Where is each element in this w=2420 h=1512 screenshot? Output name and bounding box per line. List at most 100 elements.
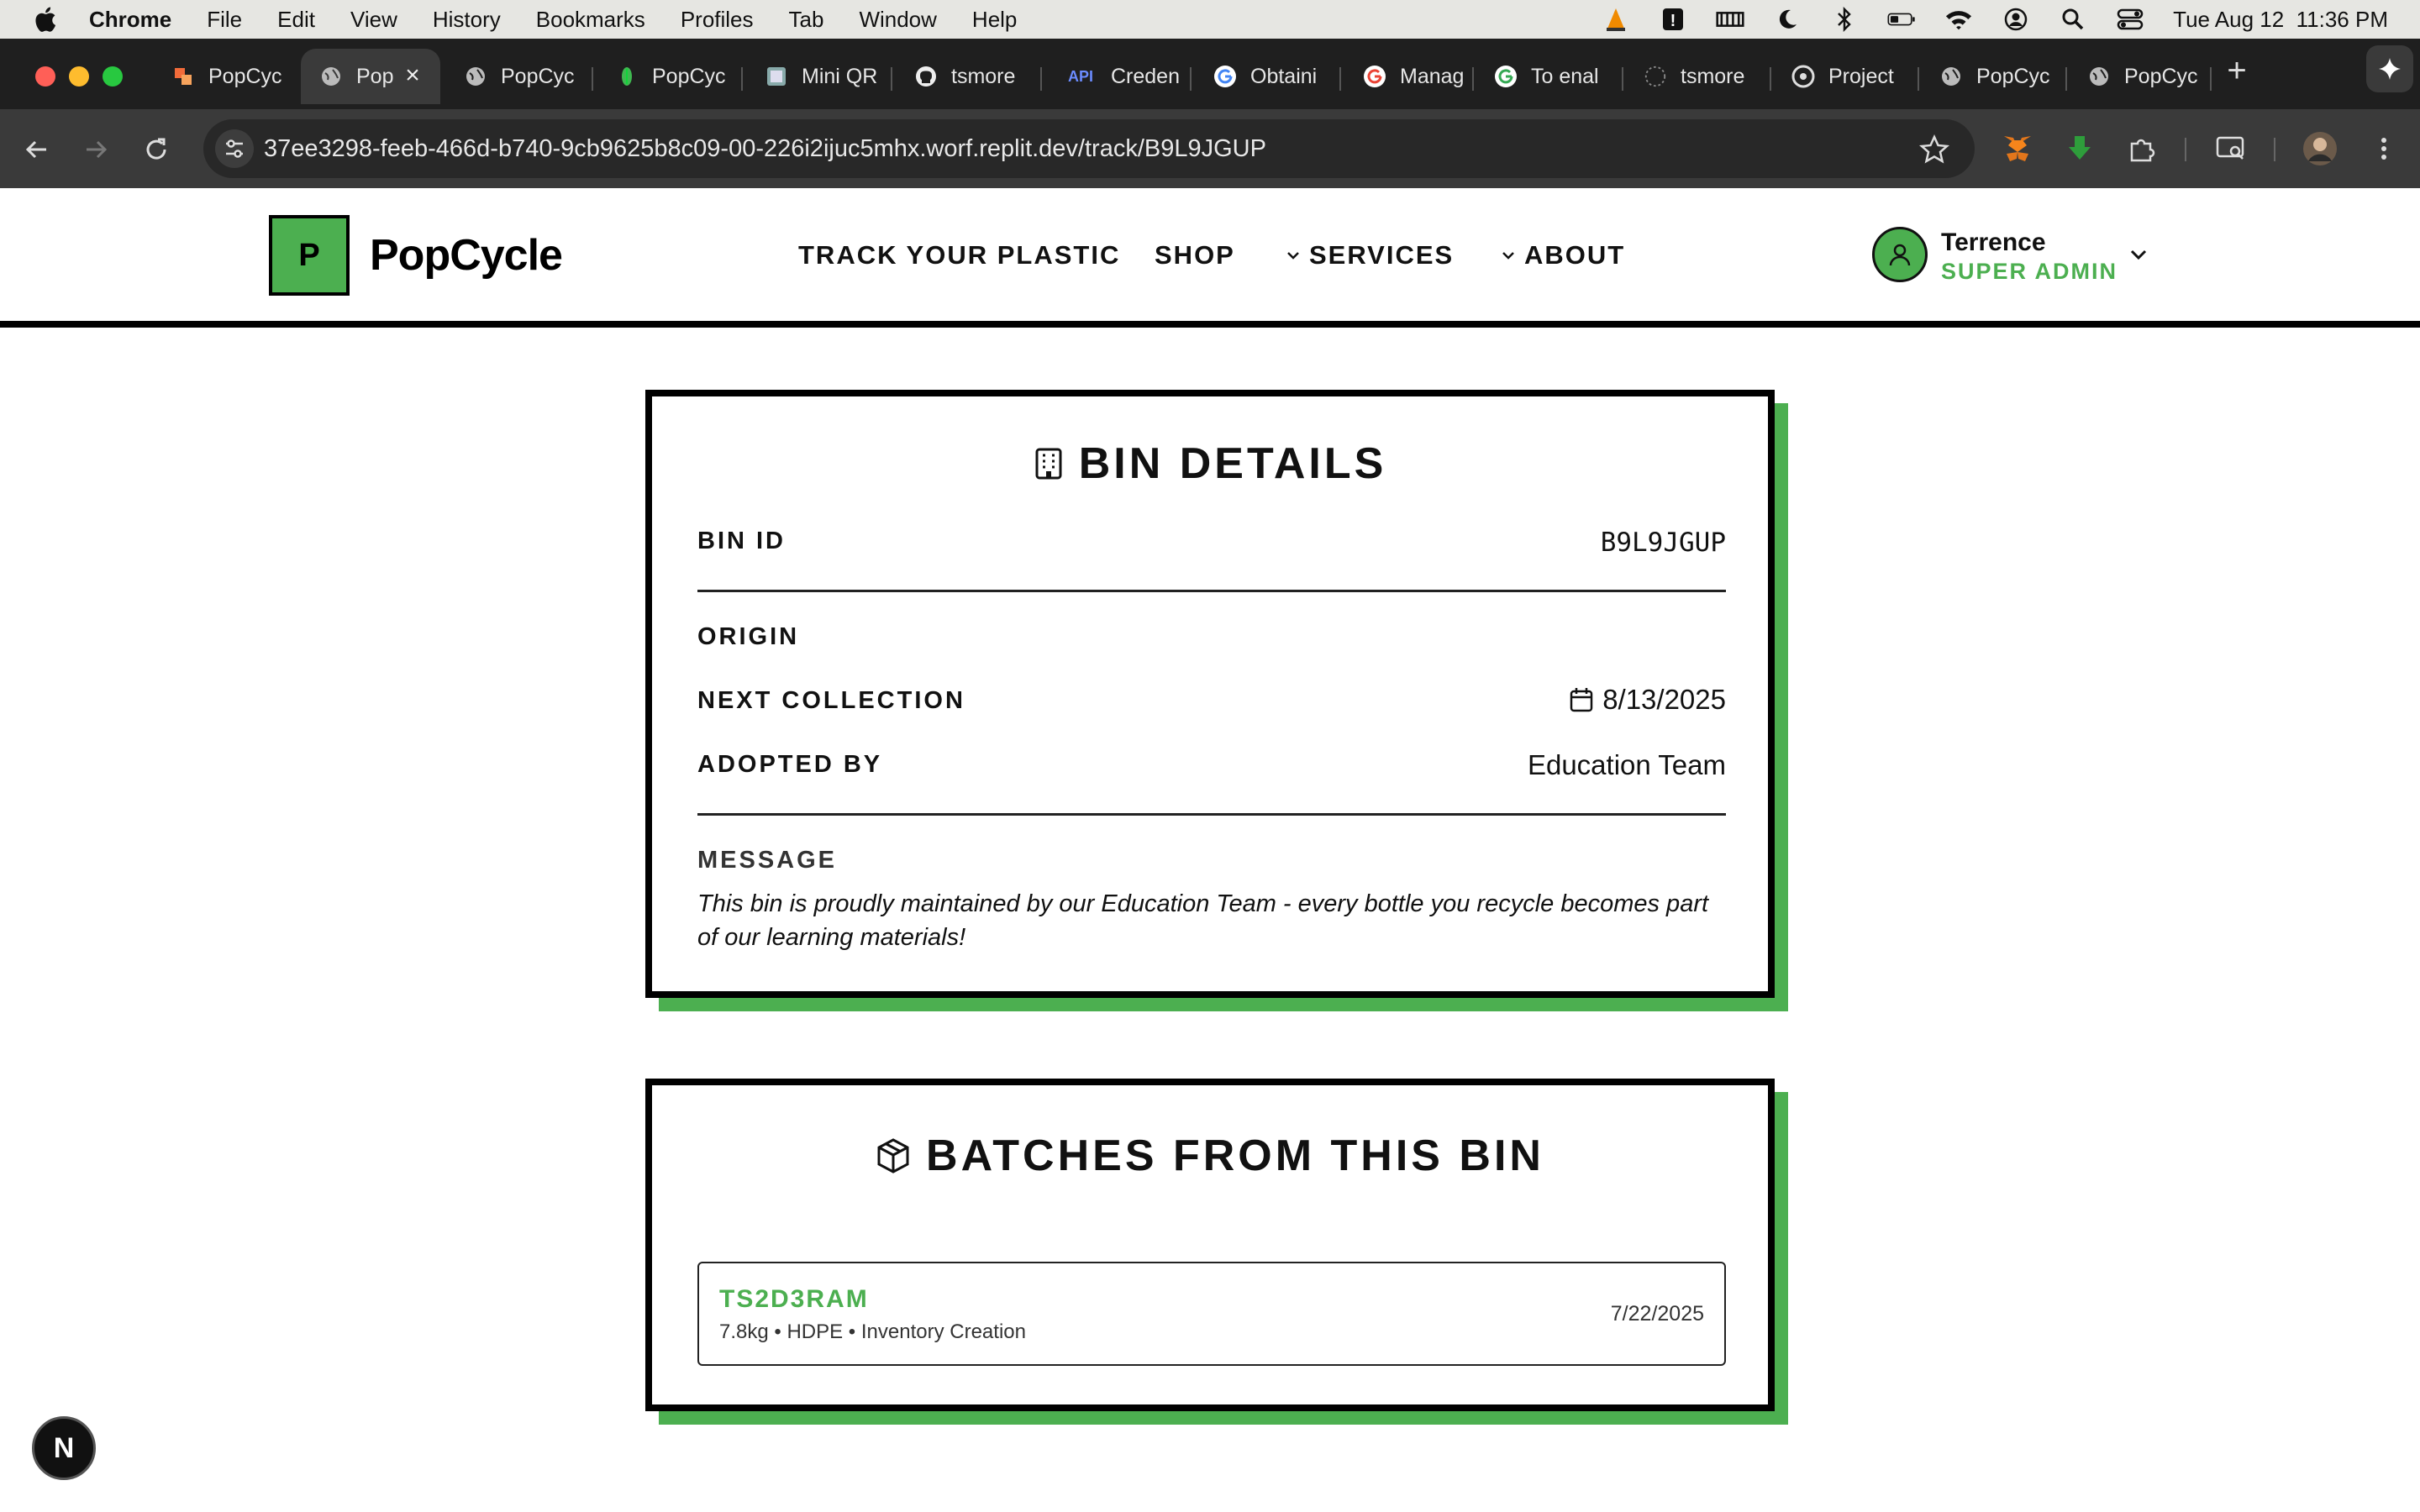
url-text[interactable]: 37ee3298-feeb-466d-b740-9cb9625b8c09-00-… (264, 119, 1266, 178)
globe-icon (2087, 65, 2111, 88)
download-extension-icon[interactable] (2060, 129, 2099, 168)
building-icon (1035, 448, 1062, 480)
browser-tab[interactable]: Obtaini (1195, 49, 1334, 104)
browser-tab[interactable]: PopCyc (153, 49, 294, 104)
menu-view[interactable]: View (350, 7, 397, 33)
menu-tab[interactable]: Tab (789, 7, 824, 33)
user-menu-chevron-icon[interactable] (2126, 242, 2151, 267)
bin-id-label: BIN ID (697, 528, 786, 554)
menu-bookmarks[interactable]: Bookmarks (536, 7, 645, 33)
browser-tab[interactable]: Project (1773, 49, 1912, 104)
nav-shop[interactable]: SHOP (1155, 240, 1235, 270)
user-avatar[interactable] (1872, 227, 1928, 282)
google-icon (1363, 65, 1386, 88)
chrome-menu-icon[interactable] (2365, 129, 2403, 168)
user-icon (1889, 244, 1911, 266)
chevron-down-icon (1502, 252, 1514, 260)
menu-file[interactable]: File (207, 7, 242, 33)
tab-separator (1040, 67, 1042, 91)
globe-icon (464, 65, 487, 88)
back-button[interactable] (18, 131, 55, 168)
metamask-extension-icon[interactable] (1998, 129, 2037, 168)
tab-search-icon[interactable] (2212, 129, 2250, 168)
menu-profiles[interactable]: Profiles (681, 7, 754, 33)
menu-edit[interactable]: Edit (277, 7, 315, 33)
google-icon (1494, 65, 1518, 88)
adopted-by-label: ADOPTED BY (697, 751, 883, 778)
toolbar-separator (2274, 138, 2275, 161)
new-tab-button[interactable]: + (2222, 54, 2252, 87)
menu-help[interactable]: Help (972, 7, 1017, 33)
site-header: P PopCycle TRACK YOUR PLASTIC SHOP SERVI… (0, 188, 2420, 328)
nav-track-your-plastic[interactable]: TRACK YOUR PLASTIC (798, 240, 1120, 270)
user-role: SUPER ADMIN (1941, 259, 2118, 284)
browser-tab[interactable]: Mini QR (746, 49, 886, 104)
batch-id[interactable]: TS2D3RAM (719, 1285, 869, 1314)
browser-tab[interactable]: PopCyc (2069, 49, 2208, 104)
menu-history[interactable]: History (433, 7, 501, 33)
site-settings-icon[interactable] (215, 129, 254, 168)
batches-card: BATCHES FROM THIS BIN TS2D3RAM 7.8kg • H… (645, 1079, 1775, 1411)
vlc-icon[interactable] (1602, 7, 1630, 32)
password-manager-icon[interactable]: ! (1659, 7, 1687, 32)
popcycle-favicon (171, 65, 195, 88)
extensions-puzzle-icon[interactable] (2123, 129, 2161, 168)
window-close-button[interactable] (35, 66, 55, 87)
browser-tab[interactable]: PopCyc (445, 49, 585, 104)
tab-separator (1770, 67, 1771, 91)
batches-title: BATCHES FROM THIS BIN (652, 1131, 1768, 1181)
api-icon: API (1067, 67, 1093, 85)
user-account-icon[interactable] (2002, 7, 2030, 32)
calendar-icon (1570, 688, 1593, 712)
bookmark-star-icon[interactable] (1919, 134, 1949, 165)
gemini-sparkle-icon[interactable] (2366, 45, 2413, 92)
moon-icon[interactable] (1773, 7, 1802, 32)
nav-about[interactable]: ABOUT (1501, 240, 1625, 270)
replit-icon (1791, 65, 1815, 88)
batch-item[interactable]: TS2D3RAM 7.8kg • HDPE • Inventory Creati… (697, 1262, 1726, 1366)
reload-button[interactable] (138, 131, 175, 168)
barrier-icon[interactable] (1716, 7, 1744, 32)
profile-avatar[interactable] (2301, 129, 2339, 168)
address-bar[interactable]: 37ee3298-feeb-466d-b740-9cb9625b8c09-00-… (203, 119, 1975, 178)
forward-button[interactable] (77, 131, 114, 168)
image-icon (765, 65, 788, 88)
browser-tab[interactable]: PopCyc (597, 49, 736, 104)
browser-tab[interactable]: Manag (1344, 49, 1484, 104)
tab-separator (1918, 67, 1919, 91)
spotlight-search-icon[interactable] (2059, 7, 2087, 32)
battery-icon[interactable] (1887, 7, 1916, 32)
menu-app-name[interactable]: Chrome (89, 7, 171, 33)
browser-tab-active[interactable]: Pop × (301, 49, 440, 104)
google-icon (1213, 65, 1237, 88)
globe-icon (1939, 65, 1963, 88)
browser-tab-strip: PopCyc Pop × PopCyc PopCyc Mini QR tsmor… (0, 39, 2420, 109)
next-collection-value: 8/13/2025 (1569, 684, 1726, 716)
tab-separator (1190, 67, 1192, 91)
brand-name[interactable]: PopCycle (370, 230, 563, 281)
window-zoom-button[interactable] (103, 66, 123, 87)
apple-icon[interactable] (32, 5, 57, 34)
divider (697, 813, 1726, 816)
toolbar-separator (2185, 138, 2186, 161)
site-logo[interactable]: P (269, 215, 350, 296)
wifi-icon[interactable] (1944, 7, 1973, 32)
menu-bar-clock[interactable]: Tue Aug 12 11:36 PM (2173, 7, 2388, 33)
bluetooth-icon[interactable] (1830, 7, 1859, 32)
user-name[interactable]: Terrence (1941, 228, 2046, 257)
browser-tab[interactable]: tsmore (1625, 49, 1765, 104)
browser-tab[interactable]: API Creden (1045, 49, 1185, 104)
tab-close-icon[interactable]: × (400, 63, 425, 89)
browser-tab[interactable]: tsmore (896, 49, 1035, 104)
nextjs-dev-badge[interactable]: N (32, 1416, 96, 1480)
browser-tab[interactable]: To enal (1476, 49, 1615, 104)
browser-tab[interactable]: PopCyc (1921, 49, 2060, 104)
origin-label: ORIGIN (697, 623, 800, 650)
menu-window[interactable]: Window (859, 7, 936, 33)
control-center-icon[interactable] (2116, 7, 2144, 32)
nav-services[interactable]: SERVICES (1286, 240, 1454, 270)
tab-separator (2210, 67, 2212, 91)
window-minimize-button[interactable] (69, 66, 89, 87)
tab-separator (592, 67, 593, 91)
batch-meta: 7.8kg • HDPE • Inventory Creation (719, 1320, 1026, 1343)
